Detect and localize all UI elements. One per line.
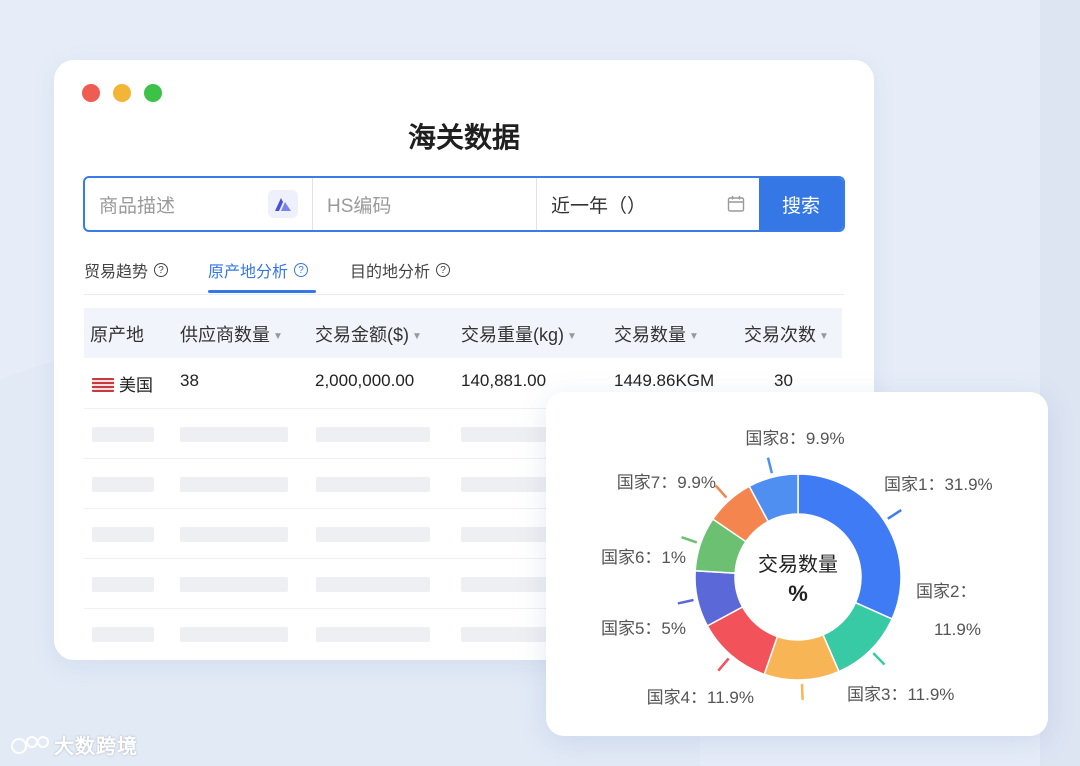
suppliers-cell: 38 <box>180 371 199 390</box>
active-tab-indicator <box>208 290 316 293</box>
column-header-origin: 原产地 <box>90 325 144 345</box>
us-flag-icon <box>92 378 114 392</box>
slice-label: 国家3：11.9% <box>847 685 954 704</box>
donut-chart-card: 国家1：31.9% 国家2： 11.9% 国家3：11.9% 国家4：11.9% 国家5：… <box>546 392 1048 736</box>
slice-leader-line <box>800 683 804 700</box>
calendar-icon <box>727 196 745 212</box>
tab-destination-analysis[interactable]: 目的地分析 ? <box>350 254 451 286</box>
window-controls <box>82 84 162 102</box>
column-header-suppliers[interactable]: 供应商数量 ▼ <box>180 321 283 347</box>
tab-trade-trend[interactable]: 贸易趋势 ? <box>84 254 169 286</box>
tab-origin-analysis[interactable]: 原产地分析 ? <box>208 254 309 286</box>
slice-leader-line <box>714 484 728 499</box>
origin-cell: 美国 <box>92 371 153 396</box>
sort-caret-icon[interactable]: ▼ <box>412 331 422 342</box>
maximize-dot-icon[interactable] <box>144 84 162 102</box>
analysis-tabs: 贸易趋势 ? 原产地分析 ? 目的地分析 ? <box>84 250 844 295</box>
weight-cell: 140,881.00 <box>461 371 547 390</box>
table-header: 原产地 供应商数量 ▼ 交易金额($) ▼ 交易重量(kg) ▼ 交易数量 ▼ 交易次数… <box>84 308 842 358</box>
page-title: 海关数据 <box>407 122 520 153</box>
donut-slice[interactable] <box>797 473 902 620</box>
slice-leader-line <box>681 536 698 544</box>
slice-leader-line <box>677 598 694 605</box>
hs-code-input[interactable]: HS编码 <box>313 178 537 230</box>
slice-label: 国家6：1% <box>601 548 686 567</box>
chart-center-sublabel: % <box>788 581 808 606</box>
help-icon[interactable]: ? <box>436 263 451 277</box>
watermark: 大数跨境 <box>10 730 138 759</box>
chart-center-label: 交易数量 <box>758 553 838 576</box>
slice-label: 国家8：9.9% <box>745 429 844 448</box>
tab-label: 原产地分析 <box>208 264 289 281</box>
sort-caret-icon[interactable]: ▼ <box>567 331 577 342</box>
sort-caret-icon[interactable]: ▼ <box>819 331 829 342</box>
minimize-dot-icon[interactable] <box>113 84 131 102</box>
slice-label: 11.9% <box>934 620 981 639</box>
date-range-picker[interactable]: 近一年（） <box>537 178 759 230</box>
slice-label: 国家7：9.9% <box>617 473 716 492</box>
column-header-weight[interactable]: 交易重量(kg) ▼ <box>461 321 577 347</box>
hs-code-placeholder: HS编码 <box>327 195 392 217</box>
help-icon[interactable]: ? <box>154 263 169 277</box>
search-bar: 商品描述 HS编码 近一年（） 搜索 <box>83 176 845 232</box>
slice-leader-line <box>887 508 902 520</box>
slice-leader-line <box>766 457 774 474</box>
column-header-count[interactable]: 交易次数 ▼ <box>744 321 829 347</box>
column-header-quantity[interactable]: 交易数量 ▼ <box>614 321 699 347</box>
slice-label: 国家1：31.9% <box>884 475 993 494</box>
ai-logo-icon[interactable] <box>268 190 298 218</box>
watermark-text: 大数跨境 <box>54 736 138 758</box>
count-cell: 30 <box>774 371 793 390</box>
help-icon[interactable]: ? <box>294 263 309 277</box>
column-header-amount[interactable]: 交易金额($) ▼ <box>315 321 422 347</box>
sort-caret-icon[interactable]: ▼ <box>689 331 699 342</box>
slice-label: 国家2： <box>916 582 976 601</box>
brand-logo-icon <box>11 735 49 754</box>
date-range-value: 近一年（） <box>551 195 647 217</box>
slice-leader-line <box>872 652 886 666</box>
slice-label: 国家5：5% <box>601 619 686 638</box>
product-description-input[interactable]: 商品描述 <box>85 178 313 230</box>
slice-leader-line <box>717 657 730 672</box>
search-button[interactable]: 搜索 <box>759 178 843 230</box>
quantity-cell: 1449.86KGM <box>614 371 715 390</box>
donut-chart: 国家1：31.9% 国家2： 11.9% 国家3：11.9% 国家4：11.9% 国家5：… <box>601 429 993 707</box>
product-description-placeholder: 商品描述 <box>99 195 176 217</box>
sort-caret-icon[interactable]: ▼ <box>273 331 283 342</box>
tab-label: 贸易趋势 <box>84 264 149 281</box>
amount-cell: 2,000,000.00 <box>315 371 415 390</box>
tab-label: 目的地分析 <box>350 264 431 281</box>
slice-label: 国家4：11.9% <box>647 688 754 707</box>
close-dot-icon[interactable] <box>82 84 100 102</box>
